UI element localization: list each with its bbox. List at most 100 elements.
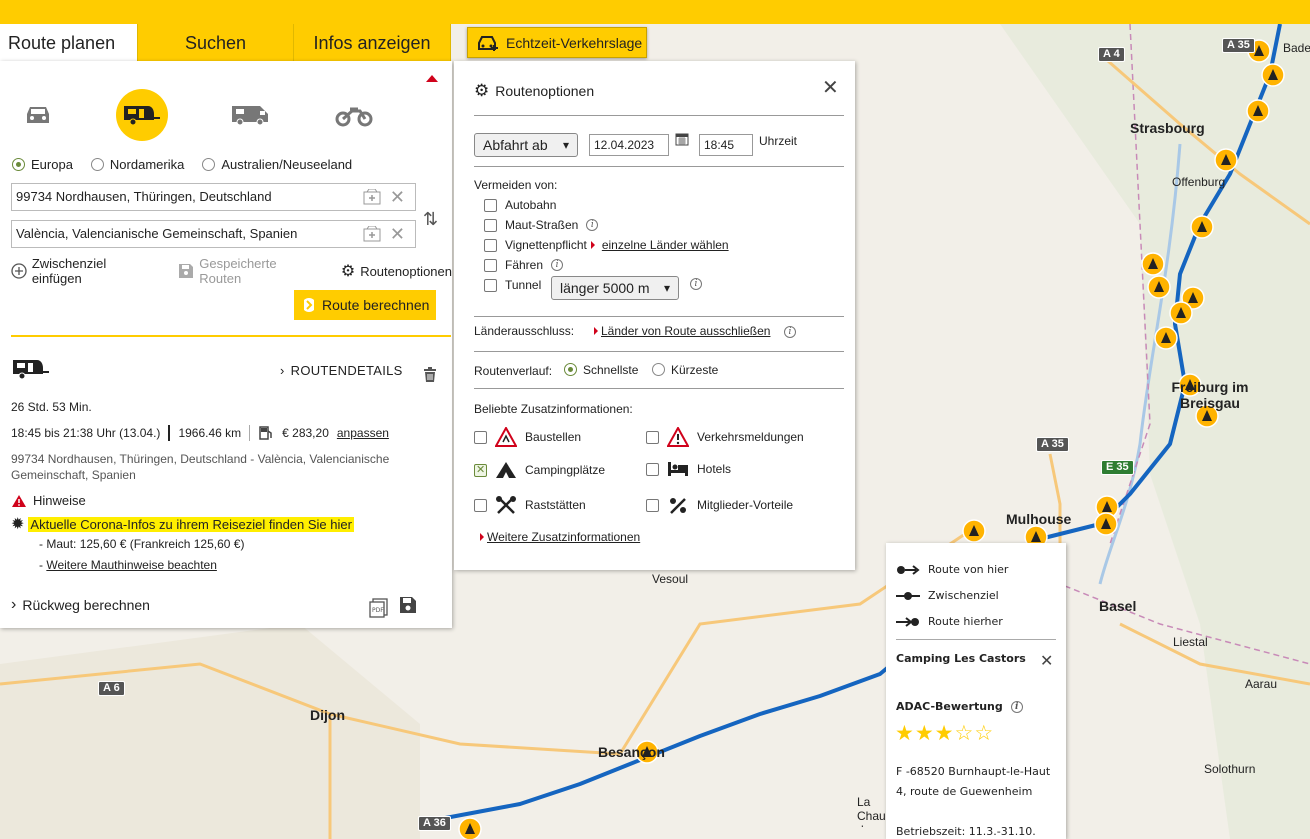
- calendar-icon[interactable]: [675, 132, 689, 146]
- extra-campingplaetze[interactable]: Campingplätze: [474, 461, 605, 479]
- vehicle-car[interactable]: [12, 89, 64, 141]
- route-options-title: ⚙ Routenoptionen: [474, 81, 594, 101]
- region-australien[interactable]: Australien/Neuseeland: [202, 157, 352, 172]
- tab-infos-anzeigen[interactable]: Infos anzeigen: [294, 24, 451, 61]
- traffic-button[interactable]: Echtzeit-Verkehrslage: [467, 27, 647, 58]
- extra-baustellen-label: Baustellen: [525, 430, 582, 444]
- vignette-countries-link[interactable]: einzelne Länder wählen: [602, 238, 729, 252]
- route-to-here[interactable]: Route hierher: [896, 615, 1003, 628]
- radio-fastest[interactable]: [564, 363, 577, 376]
- checkbox[interactable]: [646, 462, 659, 476]
- hints-label: Hinweise: [33, 493, 86, 508]
- radio-nordamerika[interactable]: [90, 158, 104, 171]
- fork-knife-icon: [496, 496, 516, 514]
- vehicle-motorhome[interactable]: [225, 89, 277, 141]
- return-route-link[interactable]: › Rückweg berechnen: [11, 596, 150, 614]
- tab-route-planen[interactable]: Route planen: [0, 24, 138, 61]
- trash-icon[interactable]: [423, 367, 437, 383]
- checkbox[interactable]: [646, 498, 659, 512]
- camping-hours: Betriebszeit: 11.3.-31.10.: [896, 825, 1036, 838]
- route-to-here-label: Route hierher: [928, 615, 1003, 628]
- gear-icon: ⚙: [340, 263, 356, 280]
- pdf-icon[interactable]: PDF: [369, 598, 389, 618]
- clear-start-icon[interactable]: ✕: [390, 188, 405, 206]
- avoid-autobahn[interactable]: Autobahn: [484, 198, 556, 212]
- extra-raststaetten[interactable]: Raststätten: [474, 495, 586, 515]
- date-input[interactable]: 12.04.2023: [589, 134, 669, 156]
- info-icon[interactable]: i: [586, 219, 599, 231]
- checkbox[interactable]: [474, 430, 487, 444]
- route-from-icon: [897, 564, 920, 575]
- destination-input[interactable]: València, Valencianische Gemeinschaft, S…: [11, 220, 416, 248]
- checkbox[interactable]: [484, 218, 497, 232]
- checkbox[interactable]: [474, 463, 487, 477]
- departure-select[interactable]: Abfahrt ab ▾: [474, 133, 578, 157]
- close-icon[interactable]: ✕: [1040, 651, 1053, 670]
- more-extras[interactable]: Weitere Zusatzinformationen: [480, 530, 640, 544]
- adjust-cost-link[interactable]: anpassen: [337, 426, 389, 440]
- region-europa[interactable]: Europa: [12, 157, 73, 172]
- saved-routes-link[interactable]: Gespeicherte Routen: [178, 256, 320, 286]
- avoid-tunnel[interactable]: Tunnel: [484, 278, 541, 292]
- more-extras-link[interactable]: Weitere Zusatzinformationen: [487, 530, 640, 544]
- toll-more-link[interactable]: Weitere Mauthinweise beachten: [46, 558, 217, 572]
- road-badge-a35: A 35: [1036, 437, 1069, 452]
- avoid-maut[interactable]: Maut-Straßen i: [484, 218, 599, 232]
- city-baden: Baden: [1283, 41, 1310, 55]
- star-filled-icon: ★: [914, 721, 935, 745]
- checkbox[interactable]: [474, 498, 487, 512]
- radio-europa[interactable]: [12, 158, 25, 171]
- route-details-link[interactable]: › ROUTENDETAILS: [280, 363, 403, 378]
- info-icon[interactable]: i: [1010, 700, 1023, 713]
- tab-suchen[interactable]: Suchen: [138, 24, 294, 61]
- countries-exclude[interactable]: Länder von Route ausschließen: [594, 324, 770, 338]
- extra-verkehrsmeldungen[interactable]: Verkehrsmeldungen: [646, 427, 804, 447]
- course-shortest[interactable]: Kürzeste: [652, 363, 718, 377]
- countries-label: Länderausschluss:: [474, 324, 575, 338]
- time-input[interactable]: 18:45: [699, 134, 753, 156]
- add-favorite-icon[interactable]: [363, 226, 381, 242]
- info-icon[interactable]: i: [784, 326, 796, 338]
- extra-baustellen[interactable]: Baustellen: [474, 427, 581, 447]
- countries-exclude-link[interactable]: Länder von Route ausschließen: [601, 324, 770, 338]
- corona-info[interactable]: ✹ Aktuelle Corona-Infos zu ihrem Reisezi…: [11, 514, 354, 534]
- swap-icon[interactable]: ⇅: [423, 209, 438, 230]
- region-nordamerika[interactable]: Nordamerika: [90, 157, 185, 172]
- route-from-here[interactable]: Route von hier: [896, 563, 1008, 576]
- region-nordamerika-label: Nordamerika: [109, 157, 185, 172]
- plus-circle-icon: [11, 263, 27, 279]
- adac-rating-text: ADAC-Bewertung: [896, 700, 1003, 713]
- info-icon[interactable]: i: [551, 259, 564, 271]
- add-favorite-icon[interactable]: [363, 189, 381, 205]
- checkbox[interactable]: [484, 258, 497, 272]
- motorcycle-icon: [335, 107, 373, 127]
- info-icon[interactable]: i: [690, 278, 702, 290]
- waypoint[interactable]: Zwischenziel: [896, 589, 999, 602]
- start-input[interactable]: 99734 Nordhausen, Thüringen, Deutschland…: [11, 183, 416, 211]
- checkbox[interactable]: [646, 430, 659, 444]
- route-options-link[interactable]: ⚙ Routenoptionen: [341, 261, 452, 281]
- avoid-vignette[interactable]: Vignettenpflicht einzelne Länder wählen: [484, 238, 729, 252]
- vehicle-motorcycle[interactable]: [328, 89, 380, 141]
- course-fastest[interactable]: Schnellste: [564, 363, 638, 377]
- radio-shortest[interactable]: [652, 363, 665, 376]
- corona-info-link[interactable]: Aktuelle Corona-Infos zu ihrem Reiseziel…: [28, 516, 354, 532]
- close-icon[interactable]: ✕: [822, 75, 839, 100]
- clear-destination-icon[interactable]: ✕: [390, 225, 405, 243]
- checkbox[interactable]: [484, 278, 497, 292]
- save-icon[interactable]: [399, 596, 417, 614]
- tunnel-length-select[interactable]: länger 5000 m ▾: [551, 276, 679, 300]
- calculate-route-button[interactable]: Route berechnen: [294, 290, 436, 320]
- warning-triangle-icon: [667, 427, 689, 447]
- divider: [896, 639, 1056, 640]
- avoid-faehren[interactable]: Fähren i: [484, 258, 564, 272]
- extra-hotels[interactable]: Hotels: [646, 461, 731, 477]
- add-waypoint-link[interactable]: Zwischenziel einfügen: [11, 256, 158, 286]
- radio-australien[interactable]: [202, 158, 216, 171]
- collapse-arrow-icon[interactable]: [426, 75, 438, 82]
- extra-mitglieder-vorteile[interactable]: Mitglieder-Vorteile: [646, 495, 793, 515]
- vehicle-caravan[interactable]: [116, 89, 168, 141]
- avoid-label: Vermeiden von:: [474, 178, 558, 192]
- checkbox[interactable]: [484, 238, 497, 252]
- checkbox[interactable]: [484, 198, 497, 212]
